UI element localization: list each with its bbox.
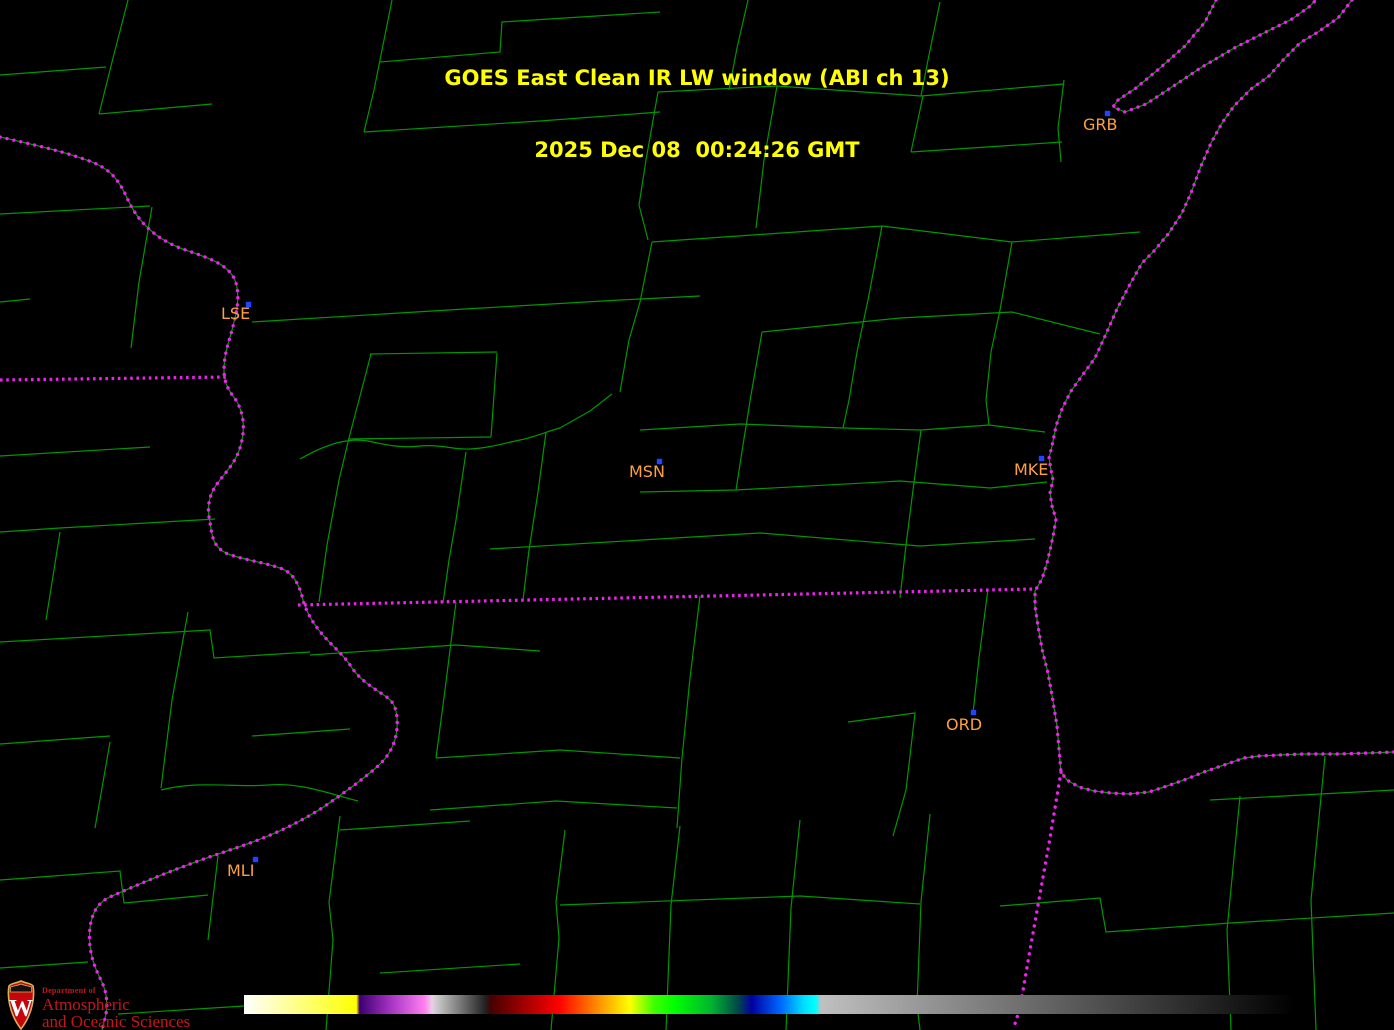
straight-state-borders xyxy=(0,375,1037,607)
satellite-image-viewer: GOES East Clean IR LW window (ABI ch 13)… xyxy=(0,0,1394,1030)
image-title: GOES East Clean IR LW window (ABI ch 13)… xyxy=(0,18,1394,210)
station-label-ord: ORD xyxy=(946,715,983,734)
mn-ia-border-dots xyxy=(0,375,227,382)
logo-line1: Atmospheric xyxy=(42,995,130,1014)
logo-dept-line: Department of xyxy=(42,986,96,995)
title-line1: GOES East Clean IR LW window (ABI ch 13) xyxy=(444,66,950,90)
ir-temperature-colorbar xyxy=(244,995,1295,1014)
station-label-grb: GRB xyxy=(1083,115,1118,134)
station-label-mke: MKE xyxy=(1014,460,1049,479)
logo-line2: and Oceanic Sciences xyxy=(42,1012,191,1030)
uw-aos-logo: W Department of Atmospheric and Oceanic … xyxy=(6,980,190,1030)
il-in-border-dots xyxy=(1011,770,1063,1030)
logo-text: Department of Atmospheric and Oceanic Sc… xyxy=(42,980,190,1030)
station-label-lse: LSE xyxy=(221,304,251,323)
svg-text:W: W xyxy=(9,996,33,1022)
station-label-msn: MSN xyxy=(629,462,665,481)
wi-il-border-dots xyxy=(297,587,1037,607)
uw-crest-icon: W xyxy=(7,980,35,1030)
station-label-mli: MLI xyxy=(227,861,255,880)
title-line2: 2025 Dec 08 00:24:26 GMT xyxy=(534,138,860,162)
